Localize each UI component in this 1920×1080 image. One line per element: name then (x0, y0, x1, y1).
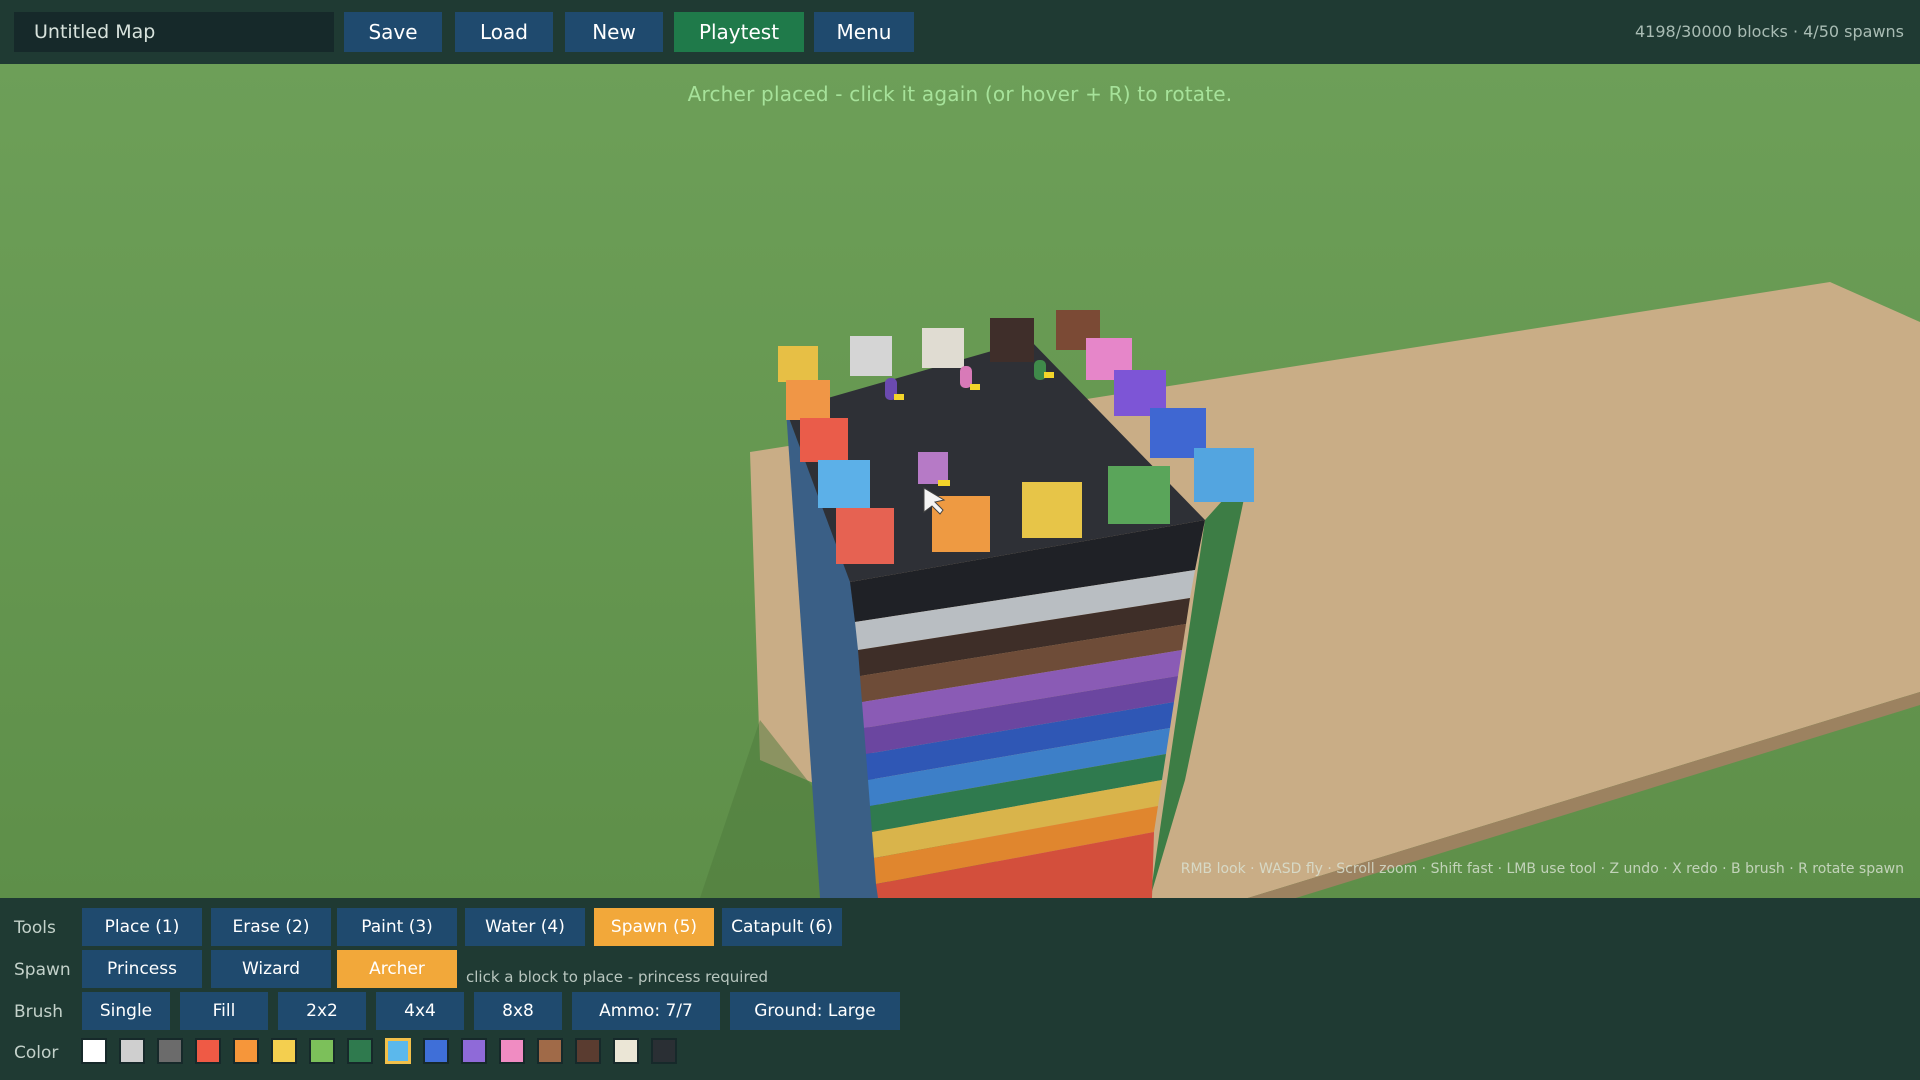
tool-spawn-button[interactable]: Spawn (5) (594, 908, 714, 946)
color-swatch[interactable] (499, 1038, 525, 1064)
editor-viewport[interactable] (0, 64, 1920, 898)
color-swatch[interactable] (271, 1038, 297, 1064)
color-swatch[interactable] (651, 1038, 677, 1064)
new-button[interactable]: New (565, 12, 663, 52)
brush-single-button[interactable]: Single (82, 992, 170, 1030)
color-swatch[interactable] (157, 1038, 183, 1064)
tools-label: Tools (14, 918, 56, 938)
map-name-input[interactable] (14, 12, 334, 52)
color-swatch[interactable] (347, 1038, 373, 1064)
load-button[interactable]: Load (455, 12, 553, 52)
tool-catapult-button[interactable]: Catapult (6) (722, 908, 842, 946)
tool-water-button[interactable]: Water (4) (465, 908, 585, 946)
color-swatch[interactable] (233, 1038, 259, 1064)
color-swatch[interactable] (461, 1038, 487, 1064)
spawn-label: Spawn (14, 960, 71, 980)
top-toolbar: Save Load New Playtest Menu 4198/30000 b… (0, 0, 1920, 64)
color-swatch[interactable] (119, 1038, 145, 1064)
controls-hint: RMB look · WASD fly · Scroll zoom · Shif… (1180, 861, 1904, 877)
color-swatch[interactable] (575, 1038, 601, 1064)
menu-button[interactable]: Menu (814, 12, 914, 52)
spawn-wizard-button[interactable]: Wizard (211, 950, 331, 988)
brush-2x2-button[interactable]: 2x2 (278, 992, 366, 1030)
status-message: Archer placed - click it again (or hover… (687, 82, 1233, 106)
tool-place-button[interactable]: Place (1) (82, 908, 202, 946)
scene-render (0, 64, 1920, 898)
spawn-archer-button[interactable]: Archer (337, 950, 457, 988)
brush-label: Brush (14, 1002, 64, 1022)
color-swatch[interactable] (309, 1038, 335, 1064)
brush-8x8-button[interactable]: 8x8 (474, 992, 562, 1030)
color-swatch[interactable] (613, 1038, 639, 1064)
block-spawn-counter: 4198/30000 blocks · 4/50 spawns (1634, 22, 1904, 41)
ammo-button[interactable]: Ammo: 7/7 (572, 992, 720, 1030)
editor-panel: Tools Place (1) Erase (2) Paint (3) Wate… (0, 898, 1920, 1080)
tool-paint-button[interactable]: Paint (3) (337, 908, 457, 946)
brush-fill-button[interactable]: Fill (180, 992, 268, 1030)
color-swatch[interactable] (195, 1038, 221, 1064)
color-swatch[interactable] (81, 1038, 107, 1064)
color-swatch[interactable] (537, 1038, 563, 1064)
brush-4x4-button[interactable]: 4x4 (376, 992, 464, 1030)
color-swatch[interactable] (423, 1038, 449, 1064)
tool-erase-button[interactable]: Erase (2) (211, 908, 331, 946)
playtest-button[interactable]: Playtest (674, 12, 804, 52)
color-swatch[interactable] (385, 1038, 411, 1064)
ground-size-button[interactable]: Ground: Large (730, 992, 900, 1030)
spawn-princess-button[interactable]: Princess (82, 950, 202, 988)
save-button[interactable]: Save (344, 12, 442, 52)
color-label: Color (14, 1043, 59, 1063)
spawn-hint: click a block to place - princess requir… (466, 968, 769, 986)
